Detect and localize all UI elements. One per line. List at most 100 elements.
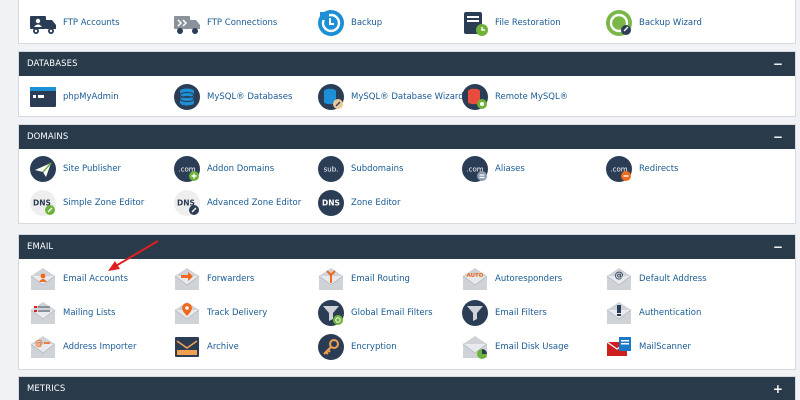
mailscanner-label: MailScanner xyxy=(639,342,692,352)
backup-label: Backup xyxy=(351,18,383,28)
subdomains-label: Subdomains xyxy=(351,164,404,174)
phpmyadmin-label: phpMyAdmin xyxy=(63,92,119,102)
default-address-glyph: @ xyxy=(615,271,624,281)
mysql-databases-label: MySQL® Databases xyxy=(207,92,293,102)
subdomains-icon: sub. xyxy=(317,155,345,183)
ftp-accounts-link[interactable]: FTP Accounts xyxy=(29,6,120,40)
domains-row-2: DNS Simple Zone Editor DNS Advanced Zone… xyxy=(19,186,795,220)
email-filters-label: Email Filters xyxy=(495,308,547,318)
addon-domains-label: Addon Domains xyxy=(207,164,275,174)
simple-zone-editor-link[interactable]: DNS Simple Zone Editor xyxy=(29,186,144,220)
backup-wizard-icon xyxy=(605,9,633,37)
subdomains-glyph: sub. xyxy=(324,166,339,174)
encryption-link[interactable]: Encryption xyxy=(317,330,397,364)
archive-icon xyxy=(173,333,201,361)
databases-panel: DATABASES − phpMyAdmin MySQL® Databases xyxy=(18,51,796,117)
zone-editor-icon: DNS xyxy=(317,189,345,217)
ftp-connections-link[interactable]: FTP Connections xyxy=(173,6,277,40)
global-email-filters-icon xyxy=(317,299,345,327)
addon-domains-icon: .com xyxy=(173,155,201,183)
archive-label: Archive xyxy=(207,342,239,352)
file-restoration-icon xyxy=(461,9,489,37)
global-email-filters-link[interactable]: Global Email Filters xyxy=(317,296,433,330)
simple-zone-editor-icon: DNS xyxy=(29,189,57,217)
encryption-label: Encryption xyxy=(351,342,397,352)
default-address-link[interactable]: @ Default Address xyxy=(605,262,707,296)
email-filters-icon xyxy=(461,299,489,327)
mailing-lists-icon xyxy=(29,299,57,327)
aliases-link[interactable]: .com Aliases xyxy=(461,152,525,186)
email-disk-usage-link[interactable]: Email Disk Usage xyxy=(461,330,569,364)
redirects-label: Redirects xyxy=(639,164,679,174)
advanced-zone-editor-icon: DNS xyxy=(173,189,201,217)
autoresponders-label: Autoresponders xyxy=(495,274,563,284)
email-collapse-button[interactable]: − xyxy=(771,235,785,259)
zone-editor-link[interactable]: DNS Zone Editor xyxy=(317,186,401,220)
backup-wizard-link[interactable]: Backup Wizard xyxy=(605,6,702,40)
email-routing-icon xyxy=(317,265,345,293)
mysql-databases-link[interactable]: MySQL® Databases xyxy=(173,80,292,114)
domains-header[interactable]: DOMAINS − xyxy=(19,125,795,149)
backup-link[interactable]: Backup xyxy=(317,6,382,40)
email-disk-usage-icon xyxy=(461,333,489,361)
email-filters-link[interactable]: Email Filters xyxy=(461,296,547,330)
metrics-header[interactable]: METRICS + xyxy=(19,377,795,400)
autoresponders-icon: AUTO xyxy=(461,265,489,293)
aliases-icon: .com xyxy=(461,155,489,183)
files-panel: FTP Accounts FTP Connections Backup File… xyxy=(18,0,796,44)
domains-collapse-button[interactable]: − xyxy=(771,125,785,149)
domains-row-1: Site Publisher .com Addon Domains sub. S… xyxy=(19,152,795,186)
ftp-connections-label: FTP Connections xyxy=(207,18,278,28)
email-disk-usage-label: Email Disk Usage xyxy=(495,342,569,352)
remote-mysql-link[interactable]: Remote MySQL® xyxy=(461,80,568,114)
domains-title: DOMAINS xyxy=(27,132,69,142)
autoresponders-link[interactable]: AUTO Autoresponders xyxy=(461,262,562,296)
cpanel-page: FTP Accounts FTP Connections Backup File… xyxy=(0,0,800,400)
annotation-arrow xyxy=(108,240,159,271)
databases-collapse-button[interactable]: − xyxy=(771,52,785,76)
databases-title: DATABASES xyxy=(27,59,78,69)
backup-icon xyxy=(317,9,345,37)
site-publisher-link[interactable]: Site Publisher xyxy=(29,152,121,186)
email-routing-link[interactable]: Email Routing xyxy=(317,262,410,296)
forwarders-icon xyxy=(173,265,201,293)
track-delivery-icon xyxy=(173,299,201,327)
aliases-label: Aliases xyxy=(495,164,525,174)
archive-link[interactable]: Archive xyxy=(173,330,239,364)
site-publisher-icon xyxy=(29,155,57,183)
track-delivery-label: Track Delivery xyxy=(207,308,268,318)
redirects-icon: .com xyxy=(605,155,633,183)
track-delivery-link[interactable]: Track Delivery xyxy=(173,296,267,330)
remote-mysql-icon xyxy=(461,83,489,111)
mailscanner-link[interactable]: MailScanner xyxy=(605,330,691,364)
metrics-panel: METRICS + xyxy=(18,376,796,400)
advanced-zone-editor-link[interactable]: DNS Advanced Zone Editor xyxy=(173,186,301,220)
mysql-databases-icon xyxy=(173,83,201,111)
domains-panel: DOMAINS − Site Publisher .com Addon Doma… xyxy=(18,124,796,224)
phpmyadmin-icon xyxy=(29,83,57,111)
address-importer-label: Address Importer xyxy=(63,342,137,352)
simple-zone-editor-label: Simple Zone Editor xyxy=(63,198,145,208)
authentication-icon xyxy=(605,299,633,327)
subdomains-link[interactable]: sub. Subdomains xyxy=(317,152,403,186)
forwarders-link[interactable]: Forwarders xyxy=(173,262,254,296)
default-address-icon: @ xyxy=(605,265,633,293)
site-publisher-label: Site Publisher xyxy=(63,164,122,174)
zone-editor-label: Zone Editor xyxy=(351,198,401,208)
address-importer-icon: @ xyxy=(29,333,57,361)
addon-domains-link[interactable]: .com Addon Domains xyxy=(173,152,274,186)
databases-header[interactable]: DATABASES − xyxy=(19,52,795,76)
default-address-label: Default Address xyxy=(639,274,707,284)
file-restoration-link[interactable]: File Restoration xyxy=(461,6,561,40)
metrics-expand-button[interactable]: + xyxy=(771,377,785,400)
remote-mysql-label: Remote MySQL® xyxy=(495,92,569,102)
authentication-link[interactable]: Authentication xyxy=(605,296,701,330)
email-row-2: Mailing Lists Track Delivery Global Emai… xyxy=(19,296,795,330)
address-importer-link[interactable]: @ Address Importer xyxy=(29,330,137,364)
databases-row-1: phpMyAdmin MySQL® Databases MySQL® Datab… xyxy=(19,80,795,114)
forwarders-label: Forwarders xyxy=(207,274,255,284)
redirects-link[interactable]: .com Redirects xyxy=(605,152,678,186)
phpmyadmin-link[interactable]: phpMyAdmin xyxy=(29,80,119,114)
mysql-wizard-link[interactable]: MySQL® Database Wizard xyxy=(317,80,464,114)
mailing-lists-link[interactable]: Mailing Lists xyxy=(29,296,115,330)
